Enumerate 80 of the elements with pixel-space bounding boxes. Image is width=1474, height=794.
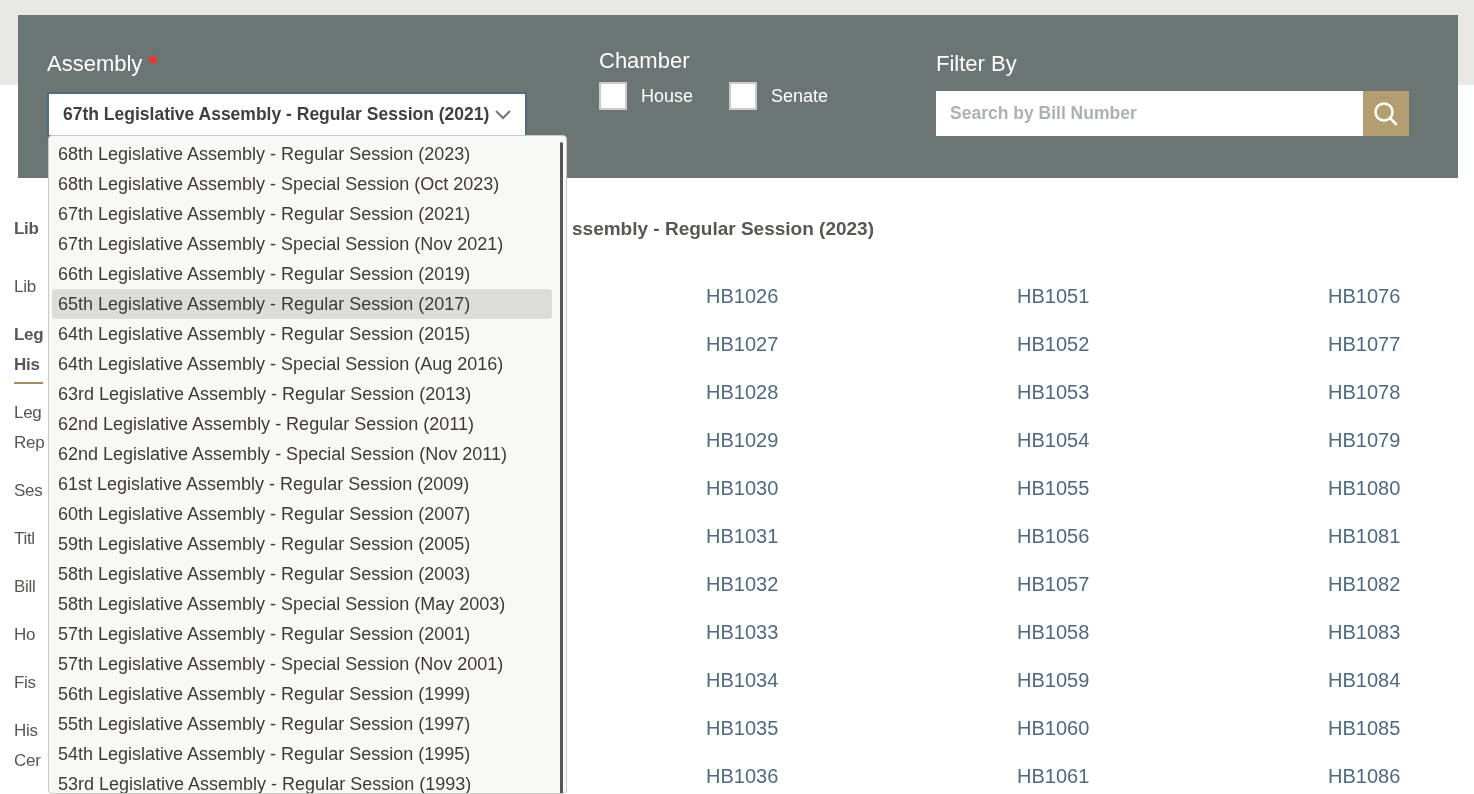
- bill-number-link[interactable]: HB1053: [1017, 377, 1090, 407]
- sidebar-link[interactable]: Bill: [14, 572, 36, 602]
- dropdown-option[interactable]: 60th Legislative Assembly - Regular Session (2007): [52, 499, 552, 529]
- sidebar-link[interactable]: Leg Rep: [14, 398, 45, 458]
- dropdown-option[interactable]: 62nd Legislative Assembly - Regular Session (2011): [52, 409, 552, 439]
- dropdown-option[interactable]: 58th Legislative Assembly - Regular Session (2003): [52, 559, 552, 589]
- bill-number-link[interactable]: HB1082: [1328, 569, 1401, 599]
- bill-number-link[interactable]: HB1026: [706, 281, 779, 311]
- sidebar-link[interactable]: Leg His: [14, 320, 44, 384]
- scrollbar-thumb[interactable]: [560, 142, 563, 793]
- checkbox[interactable]: [599, 82, 627, 110]
- bill-number-link[interactable]: HB1084: [1328, 665, 1401, 695]
- bill-number-link[interactable]: HB1035: [706, 713, 779, 743]
- bill-number-link[interactable]: HB1034: [706, 665, 779, 695]
- bill-number-link[interactable]: HB1060: [1017, 713, 1090, 743]
- sidebar-link[interactable]: Titl: [14, 524, 35, 554]
- bill-number-link[interactable]: HB1032: [706, 569, 779, 599]
- dropdown-option[interactable]: 53rd Legislative Assembly - Regular Session (1993): [52, 769, 552, 793]
- checkbox[interactable]: [729, 82, 758, 110]
- search-field[interactable]: Search by Bill Number: [936, 91, 1363, 136]
- bill-number-link[interactable]: HB1058: [1017, 617, 1090, 647]
- bill-number-link[interactable]: HB1057: [1017, 569, 1090, 599]
- dropdown-option[interactable]: 64th Legislative Assembly - Special Session (Aug 2016): [52, 349, 552, 379]
- dropdown-option[interactable]: 58th Legislative Assembly - Special Session (May 2003): [52, 589, 552, 619]
- required-mark: *: [148, 51, 158, 77]
- filter-label: Filter By: [936, 51, 1018, 77]
- dropdown-option[interactable]: 63rd Legislative Assembly - Regular Session (2013): [52, 379, 552, 409]
- bill-number-link[interactable]: HB1056: [1017, 521, 1090, 551]
- dropdown-option[interactable]: 57th Legislative Assembly - Special Session (Nov 2001): [52, 649, 552, 679]
- bill-number-link[interactable]: HB1055: [1017, 473, 1090, 503]
- bill-number-link[interactable]: HB1083: [1328, 617, 1401, 647]
- dropdown-option[interactable]: 67th Legislative Assembly - Special Session (Nov 2021): [52, 229, 552, 259]
- sidebar-link[interactable]: Ses: [14, 476, 43, 506]
- bill-number-link[interactable]: HB1029: [706, 425, 779, 455]
- bill-number-link[interactable]: HB1033: [706, 617, 779, 647]
- bill-number-link[interactable]: HB1079: [1328, 425, 1401, 455]
- bill-number-link[interactable]: HB1061: [1017, 761, 1090, 791]
- dropdown-option[interactable]: 56th Legislative Assembly - Regular Session (1999): [52, 679, 552, 709]
- sidebar-link[interactable]: Fis: [14, 668, 36, 698]
- dropdown-option[interactable]: 57th Legislative Assembly - Regular Session (2001): [52, 619, 552, 649]
- bill-number-link[interactable]: HB1085: [1328, 713, 1401, 743]
- bill-number-link[interactable]: HB1051: [1017, 281, 1090, 311]
- sidebar-link[interactable]: Lib: [14, 272, 36, 302]
- bill-number-link[interactable]: HB1077: [1328, 329, 1401, 359]
- dropdown-option[interactable]: 61st Legislative Assembly - Regular Session (2009): [52, 469, 552, 499]
- dropdown-option[interactable]: 64th Legislative Assembly - Regular Session (2015): [52, 319, 552, 349]
- dropdown-option[interactable]: 54th Legislative Assembly - Regular Session (1995): [52, 739, 552, 769]
- bill-number-link[interactable]: HB1028: [706, 377, 779, 407]
- sidebar-link[interactable]: His Cer: [14, 716, 41, 776]
- chevron-down-icon: [495, 109, 511, 120]
- bill-number-link[interactable]: HB1030: [706, 473, 779, 503]
- bill-number-link[interactable]: HB1031: [706, 521, 779, 551]
- dropdown-option[interactable]: 68th Legislative Assembly - Regular Session (2023): [52, 139, 552, 169]
- bill-number-link[interactable]: HB1052: [1017, 329, 1090, 359]
- bill-number-link[interactable]: HB1054: [1017, 425, 1090, 455]
- bill-number-link[interactable]: HB1027: [706, 329, 779, 359]
- assembly-select[interactable]: 67th Legislative Assembly - Regular Session (2021): [47, 92, 527, 137]
- search-icon: [1373, 100, 1399, 127]
- dropdown-option[interactable]: 59th Legislative Assembly - Regular Session (2005): [52, 529, 552, 559]
- dropdown-option[interactable]: 67th Legislative Assembly - Regular Session (2021): [52, 199, 552, 229]
- search-button[interactable]: [1363, 91, 1409, 136]
- bill-number-link[interactable]: HB1078: [1328, 377, 1401, 407]
- checkbox-label: House: [641, 85, 694, 107]
- bill-number-link[interactable]: HB1059: [1017, 665, 1090, 695]
- sidebar-link[interactable]: Ho: [14, 620, 36, 650]
- bill-number-link[interactable]: HB1080: [1328, 473, 1401, 503]
- dropdown-option[interactable]: 65th Legislative Assembly - Regular Session (2017): [52, 289, 552, 319]
- dropdown-option[interactable]: 66th Legislative Assembly - Regular Session (2019): [52, 259, 552, 289]
- assembly-label: Assembly: [47, 51, 143, 77]
- dropdown-option[interactable]: 62nd Legislative Assembly - Special Session (Nov 2011): [52, 439, 552, 469]
- chamber-label: Chamber: [599, 48, 691, 74]
- bill-number-link[interactable]: HB1036: [706, 761, 779, 791]
- bill-number-link[interactable]: HB1076: [1328, 281, 1401, 311]
- dropdown-option[interactable]: 55th Legislative Assembly - Regular Session (1997): [52, 709, 552, 739]
- sidebar-heading: Lib: [14, 218, 39, 240]
- bill-number-link[interactable]: HB1081: [1328, 521, 1401, 551]
- checkbox-label: Senate: [771, 85, 829, 107]
- bill-number-link[interactable]: HB1086: [1328, 761, 1401, 791]
- dropdown-option[interactable]: 68th Legislative Assembly - Special Session (Oct 2023): [52, 169, 552, 199]
- session-heading: ssembly - Regular Session (2023): [572, 217, 875, 241]
